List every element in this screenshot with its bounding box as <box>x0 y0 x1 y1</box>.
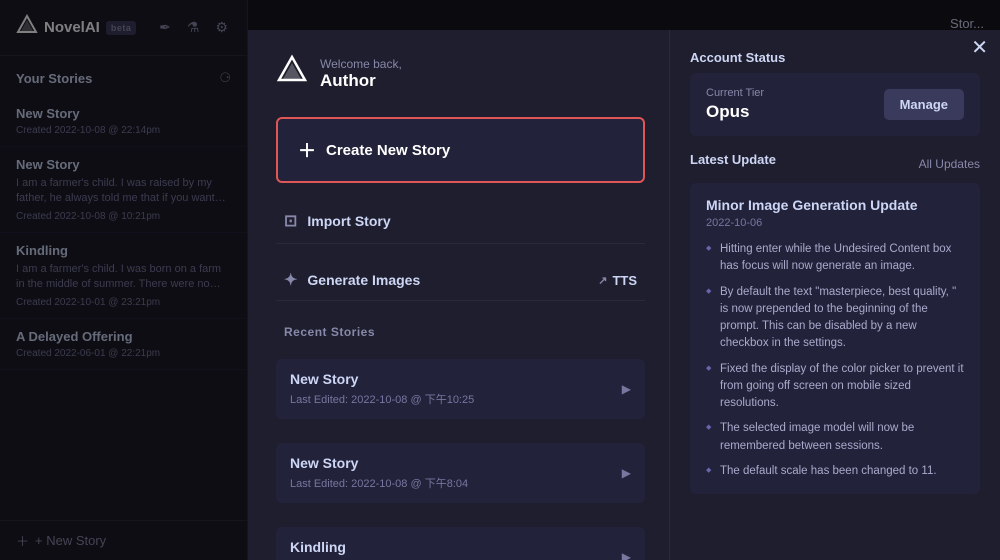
recent-story-name: New Story <box>290 455 468 471</box>
external-link-icon: ↗ <box>598 274 607 287</box>
recent-story-item[interactable]: New Story Last Edited: 2022-10-08 @ 下午8:… <box>276 443 645 503</box>
import-story-button[interactable]: ⊡ Import Story <box>276 199 645 244</box>
author-name: Author <box>320 71 402 91</box>
modal-overlay: ✕ Welcome back, Author ＋ Create N <box>0 0 1000 560</box>
tier-label: Current Tier <box>706 87 764 99</box>
welcome-text: Welcome back, Author <box>320 57 402 91</box>
chevron-right-icon: ▶ <box>622 466 631 480</box>
modal: ✕ Welcome back, Author ＋ Create N <box>248 30 1000 560</box>
account-status-box: Current Tier Opus Manage <box>690 73 980 136</box>
update-list-item: Fixed the display of the color picker to… <box>706 361 964 413</box>
latest-update-header: Latest Update All Updates <box>690 152 980 175</box>
chevron-right-icon: ▶ <box>622 382 631 396</box>
generate-images-label: Generate Images <box>307 272 420 288</box>
tier-info: Current Tier Opus <box>706 87 764 122</box>
create-new-story-button[interactable]: ＋ Create New Story <box>276 117 645 183</box>
update-title: Minor Image Generation Update <box>706 197 964 213</box>
recent-stories-title: Recent Stories <box>276 317 645 343</box>
update-box: Minor Image Generation Update 2022-10-06… <box>690 183 980 494</box>
account-status-title: Account Status <box>690 50 980 65</box>
recent-story-date: Last Edited: 2022-10-08 @ 下午8:04 <box>290 475 468 491</box>
tts-label: TTS <box>612 273 637 288</box>
update-list-item: Hitting enter while the Undesired Conten… <box>706 241 964 276</box>
welcome-section: Welcome back, Author <box>276 54 645 93</box>
tier-name: Opus <box>706 102 764 122</box>
update-list: Hitting enter while the Undesired Conten… <box>706 241 964 480</box>
import-story-label: Import Story <box>307 213 390 229</box>
account-status-section: Account Status Current Tier Opus Manage <box>690 50 980 136</box>
recent-story-name: New Story <box>290 371 474 387</box>
recent-story-item[interactable]: Kindling Last Edited: 2022-10-08 @ 下午8:2… <box>276 527 645 560</box>
chevron-right-icon: ▶ <box>622 550 631 560</box>
recent-story-info: New Story Last Edited: 2022-10-08 @ 下午10… <box>290 371 474 407</box>
welcome-back-label: Welcome back, <box>320 57 402 71</box>
create-plus-icon: ＋ <box>298 137 316 163</box>
modal-left-panel: Welcome back, Author ＋ Create New Story … <box>248 30 670 560</box>
update-date: 2022-10-06 <box>706 217 964 229</box>
recent-story-info: New Story Last Edited: 2022-10-08 @ 下午8:… <box>290 455 468 491</box>
modal-right-panel: Account Status Current Tier Opus Manage … <box>670 30 1000 560</box>
all-updates-link[interactable]: All Updates <box>919 157 980 171</box>
welcome-logo-icon <box>276 54 308 93</box>
recent-story-info: Kindling Last Edited: 2022-10-08 @ 下午8:2… <box>290 539 468 560</box>
image-gen-icon: ✦ <box>284 270 297 290</box>
recent-story-name: Kindling <box>290 539 468 555</box>
generate-images-button[interactable]: ✦ Generate Images <box>284 270 420 290</box>
recent-story-item[interactable]: New Story Last Edited: 2022-10-08 @ 下午10… <box>276 359 645 419</box>
import-icon: ⊡ <box>284 211 297 231</box>
tts-button[interactable]: ↗ TTS <box>598 273 637 288</box>
recent-story-date: Last Edited: 2022-10-08 @ 下午10:25 <box>290 391 474 407</box>
update-list-item: The default scale has been changed to 11… <box>706 463 964 480</box>
generate-images-row: ✦ Generate Images ↗ TTS <box>276 260 645 301</box>
latest-update-section: Latest Update All Updates Minor Image Ge… <box>690 152 980 494</box>
create-story-label: Create New Story <box>326 142 450 159</box>
latest-update-title: Latest Update <box>690 152 776 167</box>
manage-button[interactable]: Manage <box>884 89 964 120</box>
update-list-item: By default the text "masterpiece, best q… <box>706 284 964 353</box>
close-button[interactable]: ✕ <box>971 38 988 58</box>
update-list-item: The selected image model will now be rem… <box>706 420 964 455</box>
